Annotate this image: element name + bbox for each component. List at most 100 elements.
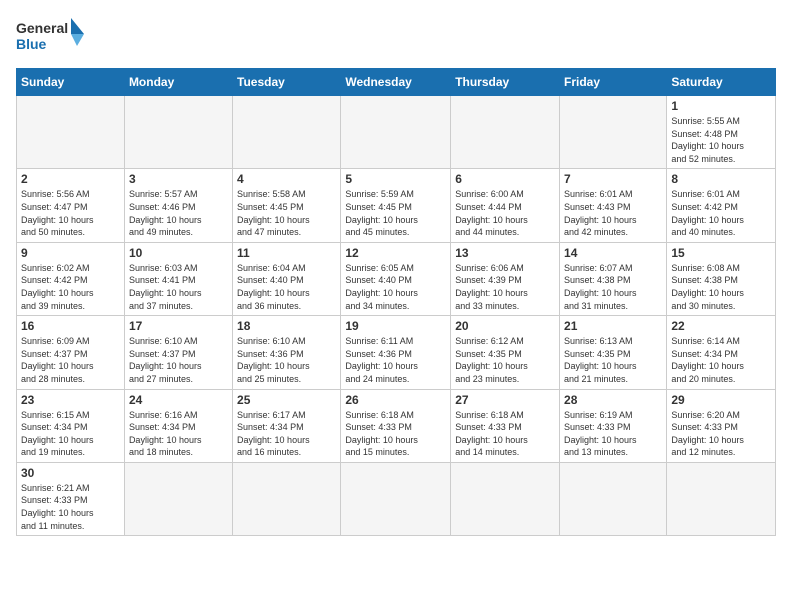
calendar-cell: 26 Sunrise: 6:18 AM Sunset: 4:33 PM Dayli…	[341, 389, 451, 462]
calendar-header-row: SundayMondayTuesdayWednesdayThursdayFrid…	[17, 69, 776, 96]
day-number: 7	[564, 172, 662, 186]
calendar-cell	[341, 96, 451, 169]
day-number: 12	[345, 246, 446, 260]
day-info: Sunrise: 6:15 AM Sunset: 4:34 PM Dayligh…	[21, 409, 120, 459]
day-number: 9	[21, 246, 120, 260]
calendar-cell: 21Sunrise: 6:13 AM Sunset: 4:35 PM Dayli…	[560, 316, 667, 389]
calendar-cell	[451, 462, 560, 535]
day-info: Sunrise: 6:18 AM Sunset: 4:33 PM Dayligh…	[345, 409, 446, 459]
calendar-cell: 17 Sunrise: 6:10 AM Sunset: 4:37 PM Dayli…	[124, 316, 232, 389]
day-number: 8	[671, 172, 771, 186]
day-info: Sunrise: 6:12 AM Sunset: 4:35 PM Dayligh…	[455, 335, 555, 385]
day-number: 15	[671, 246, 771, 260]
day-info: Sunrise: 5:55 AM Sunset: 4:48 PM Dayligh…	[671, 115, 771, 165]
day-number: 14	[564, 246, 662, 260]
day-number: 10	[129, 246, 228, 260]
calendar-cell: 11 Sunrise: 6:04 AM Sunset: 4:40 PM Dayli…	[233, 242, 341, 315]
calendar-cell: 30 Sunrise: 6:21 AM Sunset: 4:33 PM Dayli…	[17, 462, 125, 535]
day-number: 21	[564, 319, 662, 333]
calendar-week-row: 30 Sunrise: 6:21 AM Sunset: 4:33 PM Dayli…	[17, 462, 776, 535]
day-info: Sunrise: 5:57 AM Sunset: 4:46 PM Dayligh…	[129, 188, 228, 238]
calendar-week-row: 1 Sunrise: 5:55 AM Sunset: 4:48 PM Daylig…	[17, 96, 776, 169]
day-info: Sunrise: 6:04 AM Sunset: 4:40 PM Dayligh…	[237, 262, 336, 312]
day-info: Sunrise: 6:05 AM Sunset: 4:40 PM Dayligh…	[345, 262, 446, 312]
calendar-cell: 13 Sunrise: 6:06 AM Sunset: 4:39 PM Dayli…	[451, 242, 560, 315]
calendar-cell	[560, 462, 667, 535]
calendar-cell: 14Sunrise: 6:07 AM Sunset: 4:38 PM Dayli…	[560, 242, 667, 315]
day-info: Sunrise: 6:18 AM Sunset: 4:33 PM Dayligh…	[455, 409, 555, 459]
calendar-cell	[341, 462, 451, 535]
calendar-cell: 9 Sunrise: 6:02 AM Sunset: 4:42 PM Daylig…	[17, 242, 125, 315]
day-number: 3	[129, 172, 228, 186]
calendar-week-row: 9 Sunrise: 6:02 AM Sunset: 4:42 PM Daylig…	[17, 242, 776, 315]
day-info: Sunrise: 6:06 AM Sunset: 4:39 PM Dayligh…	[455, 262, 555, 312]
day-of-week-header: Wednesday	[341, 69, 451, 96]
calendar-week-row: 16Sunrise: 6:09 AM Sunset: 4:37 PM Dayli…	[17, 316, 776, 389]
calendar-cell: 2 Sunrise: 5:56 AM Sunset: 4:47 PM Daylig…	[17, 169, 125, 242]
day-info: Sunrise: 6:10 AM Sunset: 4:37 PM Dayligh…	[129, 335, 228, 385]
calendar-cell: 29 Sunrise: 6:20 AM Sunset: 4:33 PM Dayli…	[667, 389, 776, 462]
calendar-cell: 12 Sunrise: 6:05 AM Sunset: 4:40 PM Dayli…	[341, 242, 451, 315]
day-info: Sunrise: 6:08 AM Sunset: 4:38 PM Dayligh…	[671, 262, 771, 312]
day-of-week-header: Monday	[124, 69, 232, 96]
day-number: 27	[455, 393, 555, 407]
calendar-cell: 15 Sunrise: 6:08 AM Sunset: 4:38 PM Dayli…	[667, 242, 776, 315]
day-info: Sunrise: 6:16 AM Sunset: 4:34 PM Dayligh…	[129, 409, 228, 459]
calendar-cell: 8 Sunrise: 6:01 AM Sunset: 4:42 PM Daylig…	[667, 169, 776, 242]
svg-text:Blue: Blue	[16, 36, 47, 52]
day-number: 4	[237, 172, 336, 186]
day-info: Sunrise: 6:02 AM Sunset: 4:42 PM Dayligh…	[21, 262, 120, 312]
calendar-cell: 6 Sunrise: 6:00 AM Sunset: 4:44 PM Daylig…	[451, 169, 560, 242]
day-number: 20	[455, 319, 555, 333]
day-number: 17	[129, 319, 228, 333]
day-info: Sunrise: 6:01 AM Sunset: 4:42 PM Dayligh…	[671, 188, 771, 238]
day-info: Sunrise: 6:14 AM Sunset: 4:34 PM Dayligh…	[671, 335, 771, 385]
day-info: Sunrise: 6:21 AM Sunset: 4:33 PM Dayligh…	[21, 482, 120, 532]
calendar-cell: 23Sunrise: 6:15 AM Sunset: 4:34 PM Dayli…	[17, 389, 125, 462]
day-of-week-header: Sunday	[17, 69, 125, 96]
calendar-cell: 5 Sunrise: 5:59 AM Sunset: 4:45 PM Daylig…	[341, 169, 451, 242]
calendar-cell: 10 Sunrise: 6:03 AM Sunset: 4:41 PM Dayli…	[124, 242, 232, 315]
calendar-week-row: 2 Sunrise: 5:56 AM Sunset: 4:47 PM Daylig…	[17, 169, 776, 242]
logo: GeneralBlue	[16, 16, 86, 58]
day-number: 2	[21, 172, 120, 186]
day-number: 6	[455, 172, 555, 186]
day-number: 1	[671, 99, 771, 113]
day-info: Sunrise: 6:11 AM Sunset: 4:36 PM Dayligh…	[345, 335, 446, 385]
day-info: Sunrise: 5:58 AM Sunset: 4:45 PM Dayligh…	[237, 188, 336, 238]
day-of-week-header: Friday	[560, 69, 667, 96]
day-number: 26	[345, 393, 446, 407]
calendar-table: SundayMondayTuesdayWednesdayThursdayFrid…	[16, 68, 776, 536]
day-number: 24	[129, 393, 228, 407]
calendar-cell	[233, 96, 341, 169]
calendar-cell	[667, 462, 776, 535]
day-number: 11	[237, 246, 336, 260]
day-number: 18	[237, 319, 336, 333]
day-number: 30	[21, 466, 120, 480]
day-info: Sunrise: 6:17 AM Sunset: 4:34 PM Dayligh…	[237, 409, 336, 459]
day-number: 5	[345, 172, 446, 186]
day-of-week-header: Saturday	[667, 69, 776, 96]
day-info: Sunrise: 6:03 AM Sunset: 4:41 PM Dayligh…	[129, 262, 228, 312]
calendar-cell: 22Sunrise: 6:14 AM Sunset: 4:34 PM Dayli…	[667, 316, 776, 389]
day-info: Sunrise: 6:10 AM Sunset: 4:36 PM Dayligh…	[237, 335, 336, 385]
calendar-week-row: 23Sunrise: 6:15 AM Sunset: 4:34 PM Dayli…	[17, 389, 776, 462]
calendar-cell: 4 Sunrise: 5:58 AM Sunset: 4:45 PM Daylig…	[233, 169, 341, 242]
day-info: Sunrise: 5:59 AM Sunset: 4:45 PM Dayligh…	[345, 188, 446, 238]
day-info: Sunrise: 6:19 AM Sunset: 4:33 PM Dayligh…	[564, 409, 662, 459]
calendar-cell: 25 Sunrise: 6:17 AM Sunset: 4:34 PM Dayli…	[233, 389, 341, 462]
day-number: 28	[564, 393, 662, 407]
day-number: 13	[455, 246, 555, 260]
day-info: Sunrise: 5:56 AM Sunset: 4:47 PM Dayligh…	[21, 188, 120, 238]
day-number: 19	[345, 319, 446, 333]
calendar-cell: 16Sunrise: 6:09 AM Sunset: 4:37 PM Dayli…	[17, 316, 125, 389]
day-info: Sunrise: 6:20 AM Sunset: 4:33 PM Dayligh…	[671, 409, 771, 459]
day-number: 29	[671, 393, 771, 407]
calendar-cell: 3 Sunrise: 5:57 AM Sunset: 4:46 PM Daylig…	[124, 169, 232, 242]
calendar-cell: 28 Sunrise: 6:19 AM Sunset: 4:33 PM Dayli…	[560, 389, 667, 462]
day-number: 25	[237, 393, 336, 407]
day-info: Sunrise: 6:00 AM Sunset: 4:44 PM Dayligh…	[455, 188, 555, 238]
day-info: Sunrise: 6:09 AM Sunset: 4:37 PM Dayligh…	[21, 335, 120, 385]
page-header: GeneralBlue	[16, 16, 776, 58]
calendar-cell	[451, 96, 560, 169]
